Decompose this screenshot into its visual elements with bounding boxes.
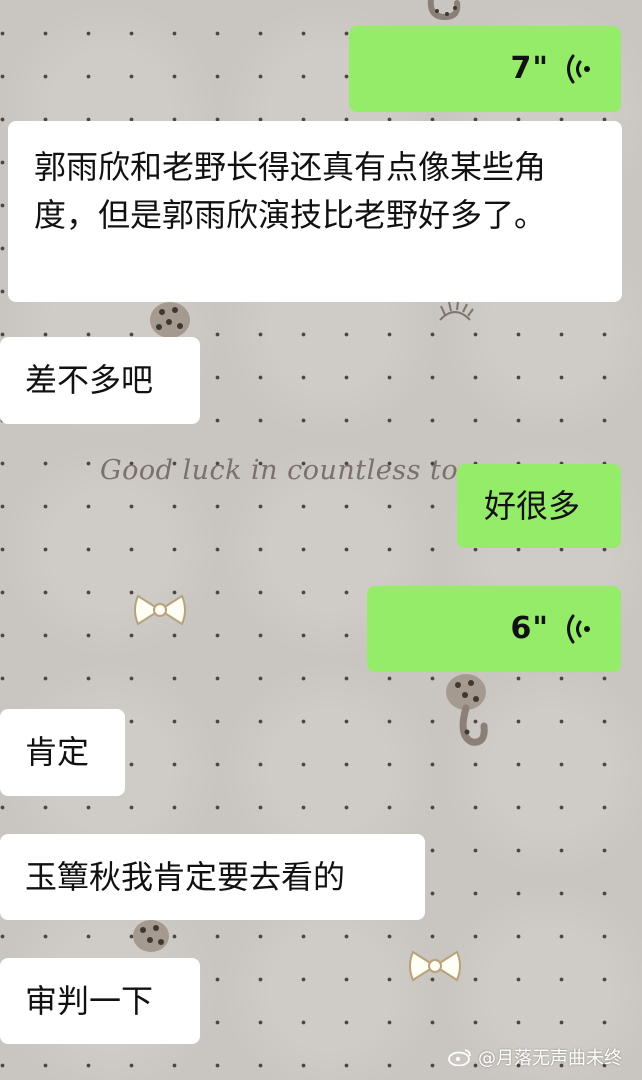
voice-duration: 6" bbox=[510, 611, 549, 646]
voice-wave-icon bbox=[567, 614, 590, 644]
eyelash-decoration bbox=[439, 300, 474, 321]
voice-message-bubble[interactable]: 6" bbox=[367, 586, 621, 672]
message-bubble-received[interactable]: 差不多吧 bbox=[0, 337, 200, 424]
weibo-logo-icon bbox=[448, 1049, 471, 1066]
voice-wave-icon bbox=[567, 54, 590, 84]
message-bubble-received[interactable]: 玉簟秋我肯定要去看的 bbox=[0, 834, 425, 920]
message-text: 审判一下 bbox=[25, 982, 154, 1020]
message-text: 肯定 bbox=[25, 733, 90, 771]
message-bubble-received[interactable]: 肯定 bbox=[0, 709, 125, 796]
message-bubble-received[interactable]: 审判一下 bbox=[0, 958, 200, 1044]
watermark-text: @月落无声曲未终 bbox=[478, 1048, 622, 1069]
weibo-watermark: @月落无声曲未终 bbox=[448, 1044, 622, 1070]
message-bubble-sent[interactable]: 好很多 bbox=[457, 464, 621, 548]
message-text: 好很多 bbox=[484, 487, 581, 525]
wallpaper-script-text: Good luck in countless tomo bbox=[100, 455, 460, 486]
leopard-decoration bbox=[446, 674, 488, 746]
leopard-tail-decoration bbox=[427, 0, 461, 21]
bow-decoration bbox=[134, 594, 186, 626]
message-bubble-received[interactable]: 郭雨欣和老野长得还真有点像某些角度，但是郭雨欣演技比老野好多了。 bbox=[8, 121, 622, 302]
voice-message-bubble[interactable]: 7" bbox=[349, 26, 621, 112]
message-text: 玉簟秋我肯定要去看的 bbox=[25, 858, 346, 896]
message-text: 差不多吧 bbox=[25, 361, 154, 399]
leopard-decoration bbox=[133, 920, 169, 952]
chat-area: Good luck in countless tomo 7" 郭雨欣和老野长得还… bbox=[0, 0, 642, 1080]
message-text: 郭雨欣和老野长得还真有点像某些角度，但是郭雨欣演技比老野好多了。 bbox=[34, 148, 547, 234]
bow-decoration bbox=[409, 950, 461, 982]
voice-duration: 7" bbox=[510, 51, 549, 86]
leopard-decoration bbox=[150, 302, 190, 338]
